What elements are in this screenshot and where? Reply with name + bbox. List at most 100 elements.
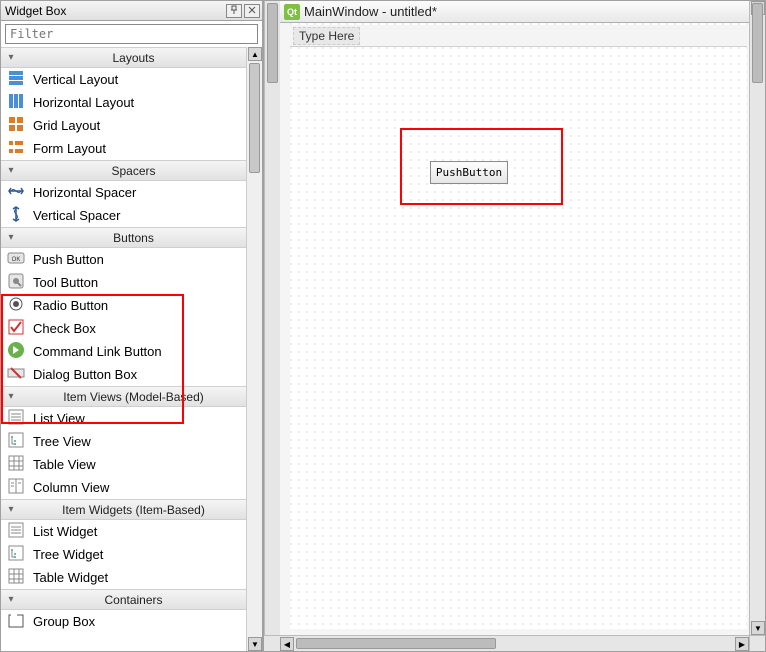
widget-item-label: Push Button xyxy=(33,252,104,267)
hspacer-icon xyxy=(7,182,25,203)
formlayout-icon xyxy=(7,138,25,159)
widget-item-label: Tool Button xyxy=(33,275,98,290)
pushbutton-icon: OK xyxy=(7,249,25,270)
widget-tree[interactable]: ▾LayoutsVertical LayoutHorizontal Layout… xyxy=(1,47,246,651)
scrollbar-thumb-h[interactable] xyxy=(296,638,496,649)
gridlayout-icon xyxy=(7,115,25,136)
canvas-scrollbar-h[interactable]: ◀ ▶ xyxy=(280,635,749,651)
form-window-titlebar: Qt MainWindow - untitled* xyxy=(280,1,749,23)
widget-item-label: Check Box xyxy=(33,321,96,336)
widget-item-vertical-spacer[interactable]: Vertical Spacer xyxy=(1,204,246,227)
widget-item-label: Command Link Button xyxy=(33,344,162,359)
menubar-placeholder[interactable]: Type Here xyxy=(293,27,360,45)
widget-item-label: Form Layout xyxy=(33,141,106,156)
widget-item-command-link-button[interactable]: Command Link Button xyxy=(1,340,246,363)
widget-item-label: Dialog Button Box xyxy=(33,367,137,382)
group-header-item-views-model-based-[interactable]: ▾Item Views (Model-Based) xyxy=(1,386,246,407)
vspacer-icon xyxy=(7,205,25,226)
chevron-down-icon: ▾ xyxy=(1,52,21,63)
scrollbar-thumb[interactable] xyxy=(249,63,260,173)
widget-item-label: Tree View xyxy=(33,434,91,449)
designer-form[interactable]: Type Here PushButton xyxy=(290,3,747,629)
widget-tree-scrollbar[interactable]: ▲ ▼ xyxy=(246,47,262,651)
groupbox-icon xyxy=(7,611,25,632)
tableview-icon xyxy=(7,567,25,588)
widget-item-label: Grid Layout xyxy=(33,118,100,133)
group-header-containers[interactable]: ▾Containers xyxy=(1,589,246,610)
widget-item-form-layout[interactable]: Form Layout xyxy=(1,137,246,160)
widget-item-table-view[interactable]: Table View xyxy=(1,453,246,476)
widget-item-dialog-button-box[interactable]: Dialog Button Box xyxy=(1,363,246,386)
scroll-right-arrow-icon[interactable]: ▶ xyxy=(735,637,749,651)
widget-item-label: Table Widget xyxy=(33,570,108,585)
widget-item-label: Group Box xyxy=(33,614,95,629)
close-icon xyxy=(247,5,257,15)
widget-item-radio-button[interactable]: Radio Button xyxy=(1,294,246,317)
chevron-down-icon: ▾ xyxy=(1,391,21,402)
canvas-scrollbar-v-right[interactable]: ▲ ▼ xyxy=(749,1,765,635)
widget-item-label: Column View xyxy=(33,480,109,495)
widget-item-horizontal-layout[interactable]: Horizontal Layout xyxy=(1,91,246,114)
widget-item-list-widget[interactable]: List Widget xyxy=(1,520,246,543)
widget-item-label: List Widget xyxy=(33,524,97,539)
radiobutton-icon xyxy=(7,295,25,316)
widget-item-table-widget[interactable]: Table Widget xyxy=(1,566,246,589)
pin-button[interactable] xyxy=(226,4,242,18)
checkbox-icon xyxy=(7,318,25,339)
widget-box-titlebar: Widget Box xyxy=(1,1,262,21)
scroll-up-arrow-icon[interactable]: ▲ xyxy=(248,47,262,61)
chevron-down-icon: ▾ xyxy=(1,165,21,176)
widget-item-push-button[interactable]: OK Push Button xyxy=(1,248,246,271)
widget-item-grid-layout[interactable]: Grid Layout xyxy=(1,114,246,137)
canvas-area[interactable]: Qt MainWindow - untitled* Type Here Push… xyxy=(280,1,749,635)
scroll-down-arrow-icon[interactable]: ▼ xyxy=(751,621,765,635)
widget-box-controls xyxy=(226,4,260,18)
chevron-down-icon: ▾ xyxy=(1,594,21,605)
scrollbar-thumb-v[interactable] xyxy=(267,3,278,83)
widget-box-title: Widget Box xyxy=(5,4,66,18)
widget-item-label: Horizontal Layout xyxy=(33,95,134,110)
group-label: Item Views (Model-Based) xyxy=(21,390,246,404)
group-header-spacers[interactable]: ▾Spacers xyxy=(1,160,246,181)
widget-item-label: Tree Widget xyxy=(33,547,103,562)
listview-icon xyxy=(7,408,25,429)
canvas-scrollbar-v-left[interactable] xyxy=(264,1,280,635)
widget-item-label: Horizontal Spacer xyxy=(33,185,136,200)
scroll-down-arrow-icon[interactable]: ▼ xyxy=(248,637,262,651)
close-button[interactable] xyxy=(244,4,260,18)
scrollbar-thumb-v2[interactable] xyxy=(752,3,763,83)
qt-logo-icon: Qt xyxy=(284,4,300,20)
widget-item-tree-view[interactable]: Tree View xyxy=(1,430,246,453)
form-window-title: MainWindow - untitled* xyxy=(304,4,437,19)
tableview-icon xyxy=(7,454,25,475)
widget-item-vertical-layout[interactable]: Vertical Layout xyxy=(1,68,246,91)
widget-item-list-view[interactable]: List View xyxy=(1,407,246,430)
widget-item-tool-button[interactable]: Tool Button xyxy=(1,271,246,294)
group-label: Item Widgets (Item-Based) xyxy=(21,503,246,517)
group-header-layouts[interactable]: ▾Layouts xyxy=(1,47,246,68)
group-header-item-widgets-item-based-[interactable]: ▾Item Widgets (Item-Based) xyxy=(1,499,246,520)
widget-item-column-view[interactable]: Column View xyxy=(1,476,246,499)
widget-item-group-box[interactable]: Group Box xyxy=(1,610,246,633)
widget-item-horizontal-spacer[interactable]: Horizontal Spacer xyxy=(1,181,246,204)
columnview-icon xyxy=(7,477,25,498)
designer-panel: Qt MainWindow - untitled* Type Here Push… xyxy=(263,0,766,652)
placed-pushbutton[interactable]: PushButton xyxy=(430,161,508,184)
widget-item-label: List View xyxy=(33,411,85,426)
listview-icon xyxy=(7,521,25,542)
pin-icon xyxy=(229,5,239,15)
filter-input[interactable] xyxy=(5,24,258,44)
dialogbb-icon xyxy=(7,364,25,385)
hlayout-icon xyxy=(7,92,25,113)
form-menubar[interactable]: Type Here xyxy=(290,25,747,47)
scroll-left-arrow-icon[interactable]: ◀ xyxy=(280,637,294,651)
widget-box-panel: Widget Box ▾LayoutsVertical LayoutHorizo… xyxy=(0,0,263,652)
group-header-buttons[interactable]: ▾Buttons xyxy=(1,227,246,248)
widget-item-tree-widget[interactable]: Tree Widget xyxy=(1,543,246,566)
group-label: Layouts xyxy=(21,51,246,65)
treeview-icon xyxy=(7,431,25,452)
widget-item-check-box[interactable]: Check Box xyxy=(1,317,246,340)
group-label: Containers xyxy=(21,593,246,607)
widget-item-label: Radio Button xyxy=(33,298,108,313)
toolbutton-icon xyxy=(7,272,25,293)
